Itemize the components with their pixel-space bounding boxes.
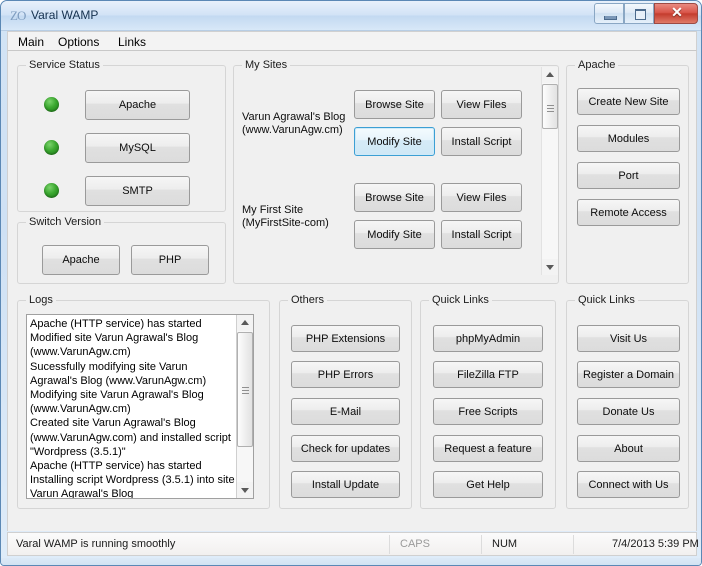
- site-modify-button[interactable]: Modify Site: [354, 220, 435, 249]
- service-button-mysql[interactable]: MySQL: [85, 133, 190, 163]
- maximize-button[interactable]: [624, 3, 654, 24]
- service-status-group: Service Status Apache MySQL SMTP: [17, 59, 226, 212]
- php-errors-button[interactable]: PHP Errors: [291, 361, 400, 388]
- status-led-mysql: [44, 140, 59, 155]
- quick-links-1-title: Quick Links: [429, 294, 492, 307]
- others-title: Others: [288, 294, 328, 307]
- filezilla-ftp-button[interactable]: FileZilla FTP: [433, 361, 543, 388]
- logs-content: Apache (HTTP service) has started Modifi…: [30, 318, 235, 499]
- check-for-updates-button[interactable]: Check for updates: [291, 435, 400, 462]
- scrollbar-thumb[interactable]: [237, 332, 253, 447]
- switch-version-title: Switch Version: [26, 216, 105, 229]
- menu-item-options[interactable]: Options: [53, 34, 104, 50]
- quick-links-1-group: Quick Links phpMyAdmin FileZilla FTP Fre…: [420, 294, 556, 509]
- grip-line: [547, 108, 554, 109]
- site-view-files-button[interactable]: View Files: [441, 90, 522, 119]
- scroll-up-icon[interactable]: [542, 67, 558, 83]
- app-logo-icon: ZO: [10, 8, 26, 23]
- maximize-icon: [635, 9, 646, 20]
- phpmyadmin-button[interactable]: phpMyAdmin: [433, 325, 543, 352]
- apache-group: Apache Create New Site Modules Port Remo…: [566, 59, 689, 284]
- status-divider: [481, 535, 482, 554]
- site-install-script-button[interactable]: Install Script: [441, 220, 522, 249]
- grip-line: [242, 393, 249, 394]
- visit-us-button[interactable]: Visit Us: [577, 325, 680, 352]
- service-button-smtp[interactable]: SMTP: [85, 176, 190, 206]
- request-a-feature-button[interactable]: Request a feature: [433, 435, 543, 462]
- others-group: Others PHP Extensions PHP Errors E-Mail …: [279, 294, 412, 509]
- my-sites-scrollbar[interactable]: [541, 67, 558, 275]
- window-bottom-edge: [1, 558, 701, 565]
- title-bar: ZO Varal WAMP ✕: [1, 1, 701, 31]
- status-divider: [389, 535, 390, 554]
- close-button[interactable]: ✕: [654, 3, 698, 24]
- window-title: Varal WAMP: [31, 8, 99, 22]
- my-sites-list: Varun Agrawal's Blog (www.VarunAgw.cm) B…: [235, 67, 542, 275]
- grip-line: [242, 390, 249, 391]
- site-browse-button[interactable]: Browse Site: [354, 183, 435, 212]
- get-help-button[interactable]: Get Help: [433, 471, 543, 498]
- donate-us-button[interactable]: Donate Us: [577, 398, 680, 425]
- menu-item-main[interactable]: Main: [13, 34, 49, 50]
- site-modify-button[interactable]: Modify Site: [354, 127, 435, 156]
- my-sites-group: My Sites Varun Agrawal's Blog (www.Varun…: [233, 59, 559, 284]
- service-status-title: Service Status: [26, 59, 103, 72]
- grip-line: [547, 105, 554, 106]
- menu-bar: Main Options Links: [7, 31, 697, 51]
- site-name: My First Site: [242, 204, 304, 216]
- minimize-icon: [604, 16, 617, 20]
- logs-group: Logs Apache (HTTP service) has started M…: [17, 294, 270, 509]
- quick-links-2-title: Quick Links: [575, 294, 638, 307]
- status-message: Varal WAMP is running smoothly: [16, 538, 176, 550]
- scroll-down-icon[interactable]: [542, 259, 558, 275]
- menu-item-links[interactable]: Links: [113, 34, 151, 50]
- site-url: (www.VarunAgw.cm): [242, 124, 343, 136]
- status-led-apache: [44, 97, 59, 112]
- site-name: Varun Agrawal's Blog: [242, 111, 346, 123]
- apache-create-new-site-button[interactable]: Create New Site: [577, 88, 680, 115]
- switch-version-button-apache[interactable]: Apache: [42, 245, 120, 275]
- quick-links-2-group: Quick Links Visit Us Register a Domain D…: [566, 294, 689, 509]
- logs-textbox[interactable]: Apache (HTTP service) has started Modifi…: [26, 314, 254, 499]
- apache-remote-access-button[interactable]: Remote Access: [577, 199, 680, 226]
- site-url: (MyFirstSite-com): [242, 217, 329, 229]
- status-divider: [573, 535, 574, 554]
- logs-scrollbar[interactable]: [236, 315, 253, 498]
- service-button-apache[interactable]: Apache: [85, 90, 190, 120]
- install-update-button[interactable]: Install Update: [291, 471, 400, 498]
- switch-version-button-php[interactable]: PHP: [131, 245, 209, 275]
- status-num-indicator: NUM: [492, 538, 518, 550]
- site-browse-button[interactable]: Browse Site: [354, 90, 435, 119]
- apache-modules-button[interactable]: Modules: [577, 125, 680, 152]
- status-led-smtp: [44, 183, 59, 198]
- register-a-domain-button[interactable]: Register a Domain: [577, 361, 680, 388]
- apache-title: Apache: [575, 59, 619, 72]
- scroll-down-icon[interactable]: [237, 482, 253, 498]
- minimize-button[interactable]: [594, 3, 624, 24]
- grip-line: [242, 387, 249, 388]
- site-install-script-button[interactable]: Install Script: [441, 127, 522, 156]
- site-view-files-button[interactable]: View Files: [441, 183, 522, 212]
- switch-version-group: Switch Version Apache PHP: [17, 216, 226, 284]
- status-bar: Varal WAMP is running smoothly CAPS NUM …: [7, 532, 699, 556]
- close-icon: ✕: [671, 6, 683, 21]
- application-window: ZO Varal WAMP ✕ Main Options Links Servi…: [0, 0, 702, 566]
- email-button[interactable]: E-Mail: [291, 398, 400, 425]
- client-area: Service Status Apache MySQL SMTP Switch …: [7, 51, 697, 531]
- status-caps-indicator: CAPS: [400, 538, 430, 550]
- about-button[interactable]: About: [577, 435, 680, 462]
- scroll-up-icon[interactable]: [237, 315, 253, 331]
- connect-with-us-button[interactable]: Connect with Us: [577, 471, 680, 498]
- logs-title: Logs: [26, 294, 56, 307]
- php-extensions-button[interactable]: PHP Extensions: [291, 325, 400, 352]
- free-scripts-button[interactable]: Free Scripts: [433, 398, 543, 425]
- apache-port-button[interactable]: Port: [577, 162, 680, 189]
- grip-line: [547, 111, 554, 112]
- scrollbar-thumb[interactable]: [542, 84, 558, 129]
- status-datetime: 7/4/2013 5:39 PM: [612, 538, 699, 550]
